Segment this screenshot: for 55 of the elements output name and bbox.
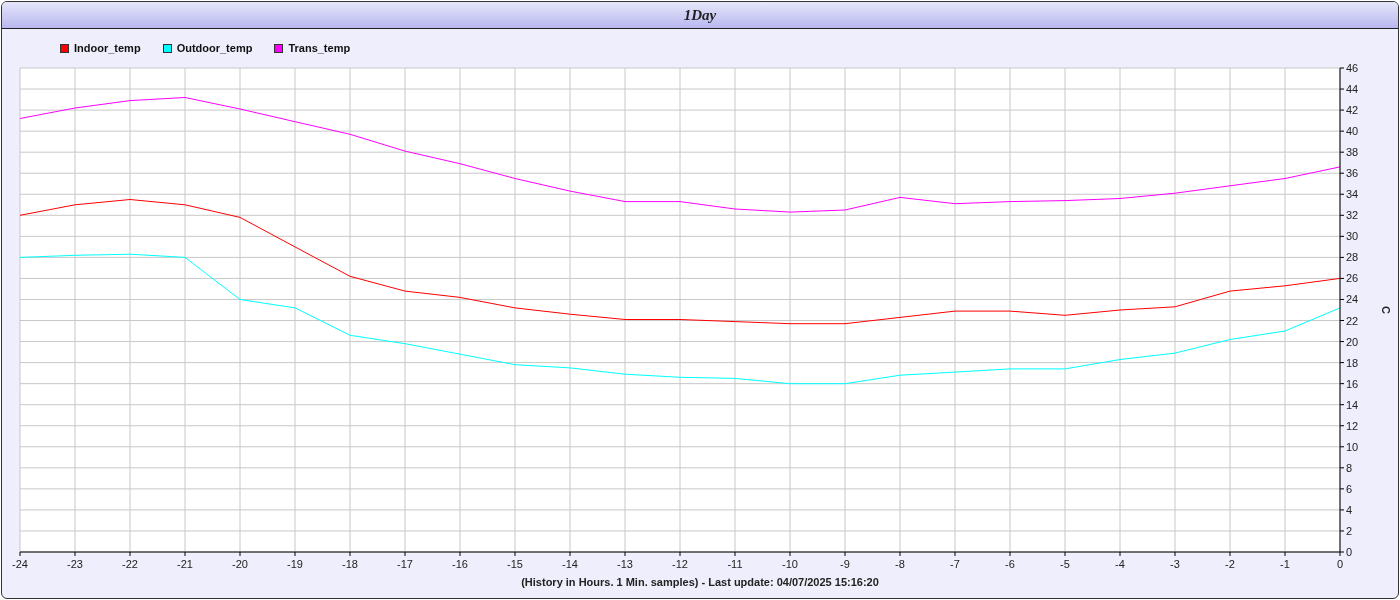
axis-tick-label: -4 <box>1115 558 1125 570</box>
legend-label: Trans_temp <box>288 42 351 54</box>
axis-tick-label: -3 <box>1170 558 1180 570</box>
axis-tick-label: -18 <box>342 558 358 570</box>
axis-tick-label: -9 <box>840 558 850 570</box>
axis-title: C <box>1380 306 1392 314</box>
axis-tick-label: 36 <box>1346 167 1359 180</box>
axis-tick-label: 20 <box>1346 335 1359 348</box>
axis-tick-label: -15 <box>507 558 523 570</box>
axis-tick-label: -5 <box>1060 558 1070 570</box>
axis-tick-label: 10 <box>1346 440 1359 453</box>
axis-tick-label: 28 <box>1346 251 1359 264</box>
axis-tick-label: 32 <box>1346 209 1359 222</box>
axis-tick-label: -19 <box>287 558 303 570</box>
axis-tick-label: -8 <box>895 558 905 570</box>
axis-tick-label: 16 <box>1346 377 1359 390</box>
axis-tick-label: 30 <box>1346 230 1359 243</box>
axis-tick-label: 4 <box>1346 503 1353 516</box>
legend-label: Outdoor_temp <box>176 42 253 54</box>
axis-tick-label: 14 <box>1346 398 1359 411</box>
axis-tick-label: 18 <box>1346 356 1359 369</box>
axis-tick-label: 34 <box>1346 188 1359 201</box>
axis-tick-label: -14 <box>562 558 578 570</box>
axis-tick-label: 44 <box>1346 83 1359 96</box>
axis-tick-label: 24 <box>1346 293 1359 306</box>
axis-tick-label: -11 <box>727 558 743 570</box>
axis-tick-label: 42 <box>1346 104 1359 117</box>
axis-tick-label: -6 <box>1005 558 1015 570</box>
axis-tick-label: 0 <box>1336 558 1344 570</box>
axis-tick-label: 38 <box>1346 146 1359 159</box>
axis-tick-label: -20 <box>232 558 248 570</box>
axis-tick-label: -1 <box>1280 558 1290 570</box>
axis-tick-label: -22 <box>122 558 138 570</box>
axis-title: (History in Hours. 1 Min. samples) - Last update: 04/07/2025 15:16:20 <box>520 576 880 588</box>
axis-tick-label: -7 <box>950 558 960 570</box>
axis-tick-label: -16 <box>452 558 468 570</box>
axis-tick-label: 26 <box>1346 272 1359 285</box>
axis-tick-label: 46 <box>1346 62 1359 74</box>
axis-tick-label: 8 <box>1346 461 1353 474</box>
axis-tick-label: -2 <box>1225 558 1235 570</box>
axis-tick-label: 2 <box>1346 524 1353 537</box>
axis-tick-label: 22 <box>1346 314 1359 327</box>
axis-tick-label: 0 <box>1346 546 1353 558</box>
axis-tick-label: -12 <box>672 558 688 570</box>
axis-tick-label: -10 <box>782 558 798 570</box>
axis-tick-label: -24 <box>12 558 28 570</box>
axis-tick-label: -17 <box>397 558 413 570</box>
axis-tick-label: 6 <box>1346 482 1353 495</box>
axis-tick-label: -13 <box>617 558 633 570</box>
axis-tick-label: -23 <box>67 558 83 570</box>
legend-label: Indoor_temp <box>74 42 141 54</box>
window-title: 1Day <box>2 2 1398 29</box>
axis-tick-label: 40 <box>1346 125 1359 138</box>
axis-tick-label: 12 <box>1346 419 1359 432</box>
axis-tick-label: -21 <box>177 558 193 570</box>
